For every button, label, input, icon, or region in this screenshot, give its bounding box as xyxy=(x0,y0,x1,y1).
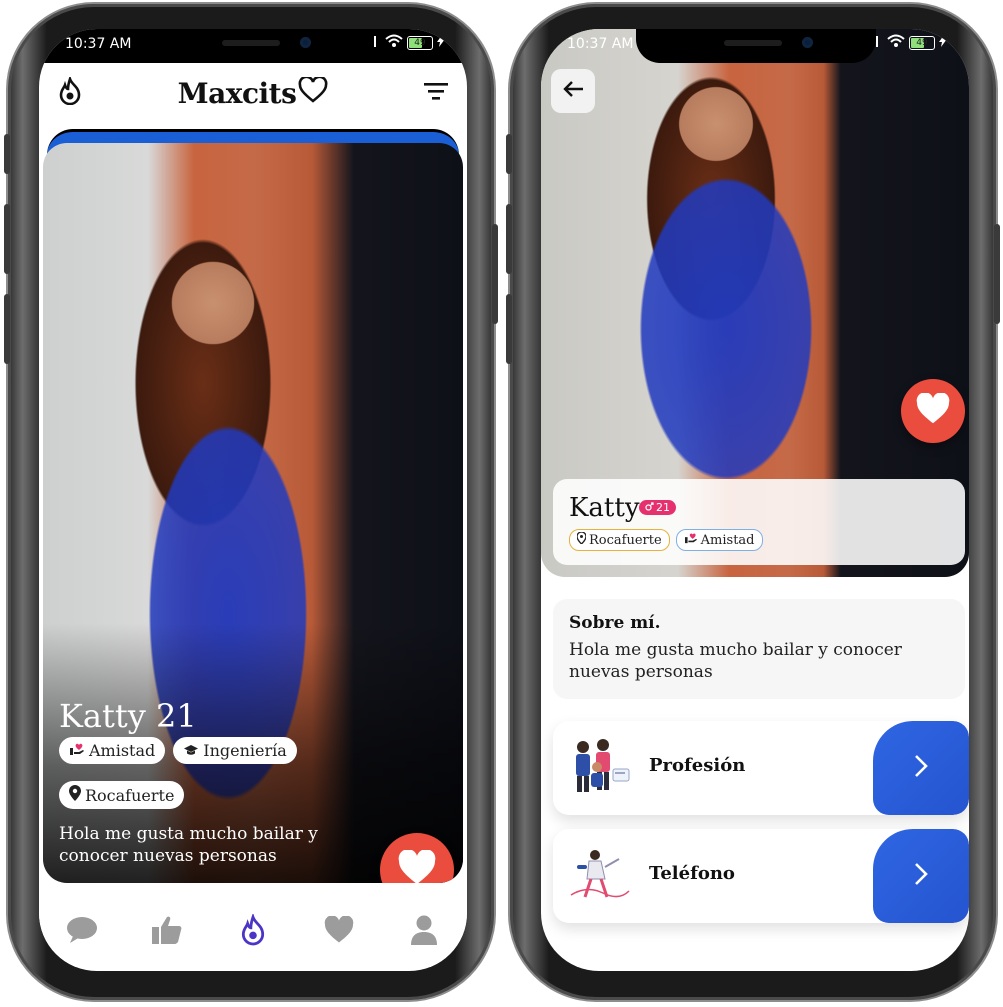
flame-icon xyxy=(239,912,267,950)
age-badge: 21 xyxy=(639,500,676,515)
phone-arrow-button[interactable] xyxy=(873,829,969,923)
about-text: Hola me gusta mucho bailar y conocer nue… xyxy=(569,640,902,682)
tab-chat[interactable] xyxy=(64,914,100,950)
about-section: Sobre mí. Hola me gusta mucho bailar y c… xyxy=(553,599,965,699)
wifi-icon xyxy=(887,34,905,52)
battery-icon: 49 xyxy=(909,36,935,50)
chip-education: Ingeniería xyxy=(173,737,297,764)
phone-label: Teléfono xyxy=(649,863,735,884)
user-icon xyxy=(410,914,438,950)
left-screen: 10:37 AM 49 Maxcits Katty 21 Amistad Ing… xyxy=(39,29,467,971)
status-time: 10:37 AM xyxy=(65,36,132,52)
tag-friendship: Amistad xyxy=(675,529,763,551)
hand-heart-icon xyxy=(69,741,85,760)
filter-icon[interactable] xyxy=(423,81,449,105)
arrow-left-icon xyxy=(562,80,584,102)
chevron-right-icon xyxy=(914,862,928,890)
heart-icon xyxy=(397,849,437,883)
profession-row[interactable]: Profesión xyxy=(553,721,969,815)
profile-name-age: Katty 21 xyxy=(59,697,197,735)
thumbs-up-icon xyxy=(151,915,183,949)
status-time: 10:37 AM xyxy=(567,36,634,52)
mute-switch xyxy=(4,134,10,174)
like-button[interactable] xyxy=(901,379,965,443)
app-header: Maxcits xyxy=(39,63,467,123)
graduation-cap-icon xyxy=(183,741,199,760)
tab-discover[interactable] xyxy=(235,912,271,950)
battery-icon: 49 xyxy=(407,36,433,50)
charging-icon xyxy=(437,35,445,51)
volume-up-button xyxy=(506,204,512,274)
bottom-tab-bar xyxy=(39,897,467,967)
profession-illustration xyxy=(567,737,631,797)
flame-icon[interactable] xyxy=(57,74,83,109)
brand-name: Maxcits xyxy=(177,76,297,110)
power-button xyxy=(994,224,1000,324)
chip-location: Rocafuerte xyxy=(59,781,185,809)
profile-info-card: Katty 21 Rocafuerte Amistad xyxy=(553,479,965,565)
chevron-right-icon xyxy=(914,754,928,782)
phone-row[interactable]: Teléfono xyxy=(553,829,969,923)
tab-profile[interactable] xyxy=(406,914,442,950)
profile-name: Katty xyxy=(569,493,640,523)
tab-likes[interactable] xyxy=(149,914,185,950)
heart-icon xyxy=(915,392,951,429)
volume-down-button xyxy=(4,294,10,364)
notch xyxy=(636,29,876,63)
mute-switch xyxy=(506,134,512,174)
phone-illustration xyxy=(567,845,631,905)
tag-location: Rocafuerte xyxy=(569,529,670,551)
chip-friendship: Amistad xyxy=(59,737,166,764)
tab-matches[interactable] xyxy=(321,914,357,950)
location-pin-icon xyxy=(69,785,81,805)
location-pin-icon xyxy=(576,531,587,548)
power-button xyxy=(492,224,498,324)
volume-down-button xyxy=(506,294,512,364)
profession-label: Profesión xyxy=(649,755,746,776)
gender-icon xyxy=(645,501,654,514)
volume-up-button xyxy=(4,204,10,274)
charging-icon xyxy=(939,35,947,51)
back-button[interactable] xyxy=(551,69,595,113)
phone-frame-right: 10:37 AM 49 Katty 21 Rocafuerte Amistad … xyxy=(506,4,1000,1000)
profile-bio: Hola me gusta mucho bailar y conocer nue… xyxy=(59,824,318,866)
heart-icon xyxy=(323,915,355,948)
phone-frame-left: 10:37 AM 49 Maxcits Katty 21 Amistad Ing… xyxy=(4,4,498,1000)
profile-card[interactable]: Katty 21 Amistad Ingeniería Rocafuerte H… xyxy=(43,143,463,883)
heart-outline-icon xyxy=(298,75,328,110)
app-logo: Maxcits xyxy=(177,75,329,110)
profession-arrow-button[interactable] xyxy=(873,721,969,815)
chat-icon xyxy=(66,916,98,948)
hand-heart-icon xyxy=(684,532,698,548)
wifi-icon xyxy=(385,34,403,52)
right-screen: 10:37 AM 49 Katty 21 Rocafuerte Amistad … xyxy=(541,29,969,971)
about-title: Sobre mí. xyxy=(569,613,661,633)
notch xyxy=(134,29,374,63)
